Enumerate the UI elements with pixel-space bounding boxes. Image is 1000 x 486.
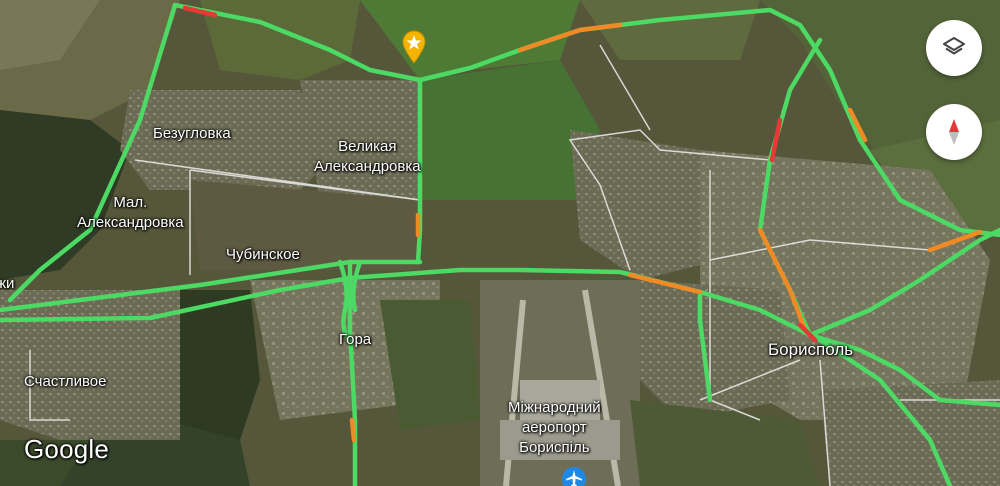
road-network (0, 2, 1000, 486)
road-north-loop (172, 2, 1000, 238)
map-view[interactable]: Безугловка Великая Александровка Мал. Ал… (0, 0, 1000, 486)
place-label-bezuglovka[interactable]: Безугловка (153, 124, 231, 144)
google-logo: Google (24, 434, 110, 464)
star-icon (402, 30, 426, 64)
airport-pin[interactable] (561, 466, 587, 486)
layers-icon (943, 37, 965, 55)
place-label-schastlivoe[interactable]: Счастливое (24, 372, 106, 392)
place-label-mal-aleksandrovka[interactable]: Мал. Александровка (77, 193, 184, 233)
place-label-velikaya-aleksandrovka[interactable]: Великая Александровка (314, 137, 421, 177)
traffic-roads (0, 2, 1000, 486)
place-label-boryspil[interactable]: Борисполь (768, 340, 853, 360)
compass-icon (949, 119, 959, 145)
place-label-partial-edge[interactable]: жи (0, 274, 14, 294)
road-airport-bypass (697, 289, 713, 403)
place-label-gora[interactable]: Гора (339, 330, 371, 350)
place-label-airport[interactable]: Міжнародний аеропорт Бориспіль (508, 398, 601, 458)
road-boryspil-east (807, 227, 1000, 338)
place-label-chubinskoe[interactable]: Чубинское (226, 245, 300, 265)
compass-button[interactable] (926, 104, 982, 160)
road-west-diagonal (7, 2, 178, 303)
layers-button[interactable] (926, 20, 982, 76)
airplane-icon (562, 467, 586, 486)
starred-place-pin[interactable] (401, 30, 427, 64)
